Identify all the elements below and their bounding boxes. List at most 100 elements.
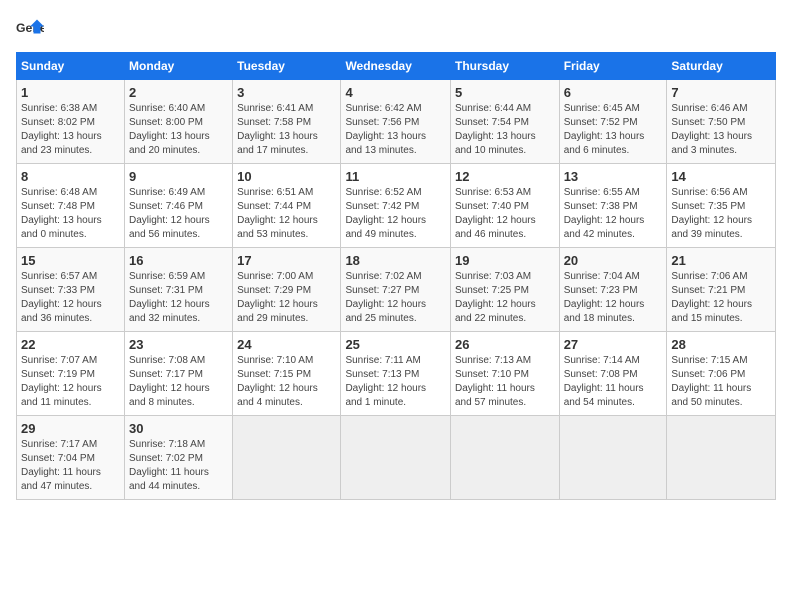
logo-icon: General (16, 16, 44, 44)
calendar-week-row: 22 Sunrise: 7:07 AM Sunset: 7:19 PM Dayli… (17, 332, 776, 416)
calendar-cell: 14 Sunrise: 6:56 AM Sunset: 7:35 PM Dayli… (667, 164, 776, 248)
column-header-wednesday: Wednesday (341, 53, 451, 80)
day-info: Sunrise: 6:49 AM Sunset: 7:46 PM Dayligh… (129, 186, 228, 242)
day-info: Sunrise: 6:48 AM Sunset: 7:48 PM Dayligh… (21, 186, 120, 242)
calendar-cell: 21 Sunrise: 7:06 AM Sunset: 7:21 PM Dayli… (667, 248, 776, 332)
calendar-cell: 5Sunrise: 6:44 AM Sunset: 7:54 PM Daylig… (450, 80, 559, 164)
day-info: Sunrise: 7:14 AM Sunset: 7:08 PM Dayligh… (564, 354, 663, 410)
calendar-cell (341, 416, 451, 500)
calendar-cell: 24 Sunrise: 7:10 AM Sunset: 7:15 PM Dayli… (233, 332, 341, 416)
day-info: Sunrise: 6:44 AM Sunset: 7:54 PM Dayligh… (455, 102, 555, 158)
day-number: 12 (455, 169, 555, 184)
day-number: 25 (345, 337, 446, 352)
calendar-cell (233, 416, 341, 500)
calendar-cell: 16Sunrise: 6:59 AM Sunset: 7:31 PM Dayli… (125, 248, 233, 332)
day-number: 8 (21, 169, 120, 184)
day-info: Sunrise: 6:40 AM Sunset: 8:00 PM Dayligh… (129, 102, 228, 158)
day-info: Sunrise: 6:45 AM Sunset: 7:52 PM Dayligh… (564, 102, 663, 158)
day-number: 23 (129, 337, 228, 352)
calendar-cell: 25 Sunrise: 7:11 AM Sunset: 7:13 PM Dayli… (341, 332, 451, 416)
day-info: Sunrise: 7:04 AM Sunset: 7:23 PM Dayligh… (564, 270, 663, 326)
day-number: 24 (237, 337, 336, 352)
day-info: Sunrise: 7:10 AM Sunset: 7:15 PM Dayligh… (237, 354, 336, 410)
logo: General (16, 16, 48, 44)
day-info: Sunrise: 7:06 AM Sunset: 7:21 PM Dayligh… (671, 270, 771, 326)
calendar-cell: 7 Sunrise: 6:46 AM Sunset: 7:50 PM Daylig… (667, 80, 776, 164)
day-info: Sunrise: 7:00 AM Sunset: 7:29 PM Dayligh… (237, 270, 336, 326)
day-number: 27 (564, 337, 663, 352)
day-number: 19 (455, 253, 555, 268)
calendar-cell: 26 Sunrise: 7:13 AM Sunset: 7:10 PM Dayli… (450, 332, 559, 416)
calendar-week-row: 15 Sunrise: 6:57 AM Sunset: 7:33 PM Dayli… (17, 248, 776, 332)
day-number: 17 (237, 253, 336, 268)
calendar-cell (667, 416, 776, 500)
day-number: 15 (21, 253, 120, 268)
calendar-cell (450, 416, 559, 500)
calendar-cell: 8 Sunrise: 6:48 AM Sunset: 7:48 PM Daylig… (17, 164, 125, 248)
day-info: Sunrise: 6:53 AM Sunset: 7:40 PM Dayligh… (455, 186, 555, 242)
day-number: 14 (671, 169, 771, 184)
page-header: General (16, 16, 776, 44)
day-info: Sunrise: 6:55 AM Sunset: 7:38 PM Dayligh… (564, 186, 663, 242)
day-info: Sunrise: 6:46 AM Sunset: 7:50 PM Dayligh… (671, 102, 771, 158)
calendar-cell: 27 Sunrise: 7:14 AM Sunset: 7:08 PM Dayli… (559, 332, 667, 416)
column-header-thursday: Thursday (450, 53, 559, 80)
calendar-cell: 4Sunrise: 6:42 AM Sunset: 7:56 PM Daylig… (341, 80, 451, 164)
calendar-cell: 17 Sunrise: 7:00 AM Sunset: 7:29 PM Dayli… (233, 248, 341, 332)
day-number: 9 (129, 169, 228, 184)
day-number: 10 (237, 169, 336, 184)
day-info: Sunrise: 7:18 AM Sunset: 7:02 PM Dayligh… (129, 438, 228, 494)
day-info: Sunrise: 7:17 AM Sunset: 7:04 PM Dayligh… (21, 438, 120, 494)
day-number: 29 (21, 421, 120, 436)
day-info: Sunrise: 7:11 AM Sunset: 7:13 PM Dayligh… (345, 354, 446, 410)
day-number: 11 (345, 169, 446, 184)
day-number: 30 (129, 421, 228, 436)
day-info: Sunrise: 6:41 AM Sunset: 7:58 PM Dayligh… (237, 102, 336, 158)
day-info: Sunrise: 6:56 AM Sunset: 7:35 PM Dayligh… (671, 186, 771, 242)
calendar-header-row: SundayMondayTuesdayWednesdayThursdayFrid… (17, 53, 776, 80)
column-header-monday: Monday (125, 53, 233, 80)
calendar-cell: 22 Sunrise: 7:07 AM Sunset: 7:19 PM Dayli… (17, 332, 125, 416)
day-info: Sunrise: 6:51 AM Sunset: 7:44 PM Dayligh… (237, 186, 336, 242)
day-info: Sunrise: 6:59 AM Sunset: 7:31 PM Dayligh… (129, 270, 228, 326)
day-number: 22 (21, 337, 120, 352)
column-header-friday: Friday (559, 53, 667, 80)
calendar-cell: 29 Sunrise: 7:17 AM Sunset: 7:04 PM Dayli… (17, 416, 125, 500)
day-info: Sunrise: 7:07 AM Sunset: 7:19 PM Dayligh… (21, 354, 120, 410)
calendar-week-row: 8 Sunrise: 6:48 AM Sunset: 7:48 PM Daylig… (17, 164, 776, 248)
day-info: Sunrise: 7:13 AM Sunset: 7:10 PM Dayligh… (455, 354, 555, 410)
day-info: Sunrise: 6:38 AM Sunset: 8:02 PM Dayligh… (21, 102, 120, 158)
day-number: 26 (455, 337, 555, 352)
column-header-sunday: Sunday (17, 53, 125, 80)
day-info: Sunrise: 7:03 AM Sunset: 7:25 PM Dayligh… (455, 270, 555, 326)
day-number: 13 (564, 169, 663, 184)
calendar-week-row: 29 Sunrise: 7:17 AM Sunset: 7:04 PM Dayli… (17, 416, 776, 500)
day-info: Sunrise: 6:57 AM Sunset: 7:33 PM Dayligh… (21, 270, 120, 326)
day-number: 7 (671, 85, 771, 100)
day-info: Sunrise: 6:42 AM Sunset: 7:56 PM Dayligh… (345, 102, 446, 158)
column-header-saturday: Saturday (667, 53, 776, 80)
calendar-cell: 6Sunrise: 6:45 AM Sunset: 7:52 PM Daylig… (559, 80, 667, 164)
calendar-cell: 23 Sunrise: 7:08 AM Sunset: 7:17 PM Dayli… (125, 332, 233, 416)
calendar-cell: 1Sunrise: 6:38 AM Sunset: 8:02 PM Daylig… (17, 80, 125, 164)
day-info: Sunrise: 6:52 AM Sunset: 7:42 PM Dayligh… (345, 186, 446, 242)
calendar-cell: 18Sunrise: 7:02 AM Sunset: 7:27 PM Dayli… (341, 248, 451, 332)
calendar-cell: 12 Sunrise: 6:53 AM Sunset: 7:40 PM Dayli… (450, 164, 559, 248)
day-number: 20 (564, 253, 663, 268)
day-info: Sunrise: 7:02 AM Sunset: 7:27 PM Dayligh… (345, 270, 446, 326)
calendar-cell: 9 Sunrise: 6:49 AM Sunset: 7:46 PM Daylig… (125, 164, 233, 248)
day-number: 28 (671, 337, 771, 352)
calendar-table: SundayMondayTuesdayWednesdayThursdayFrid… (16, 52, 776, 500)
calendar-cell: 15 Sunrise: 6:57 AM Sunset: 7:33 PM Dayli… (17, 248, 125, 332)
calendar-cell: 19 Sunrise: 7:03 AM Sunset: 7:25 PM Dayli… (450, 248, 559, 332)
calendar-cell: 3 Sunrise: 6:41 AM Sunset: 7:58 PM Daylig… (233, 80, 341, 164)
calendar-cell: 30 Sunrise: 7:18 AM Sunset: 7:02 PM Dayli… (125, 416, 233, 500)
calendar-week-row: 1Sunrise: 6:38 AM Sunset: 8:02 PM Daylig… (17, 80, 776, 164)
day-info: Sunrise: 7:08 AM Sunset: 7:17 PM Dayligh… (129, 354, 228, 410)
calendar-cell: 28Sunrise: 7:15 AM Sunset: 7:06 PM Dayli… (667, 332, 776, 416)
day-number: 3 (237, 85, 336, 100)
column-header-tuesday: Tuesday (233, 53, 341, 80)
calendar-cell (559, 416, 667, 500)
day-number: 21 (671, 253, 771, 268)
calendar-cell: 2Sunrise: 6:40 AM Sunset: 8:00 PM Daylig… (125, 80, 233, 164)
